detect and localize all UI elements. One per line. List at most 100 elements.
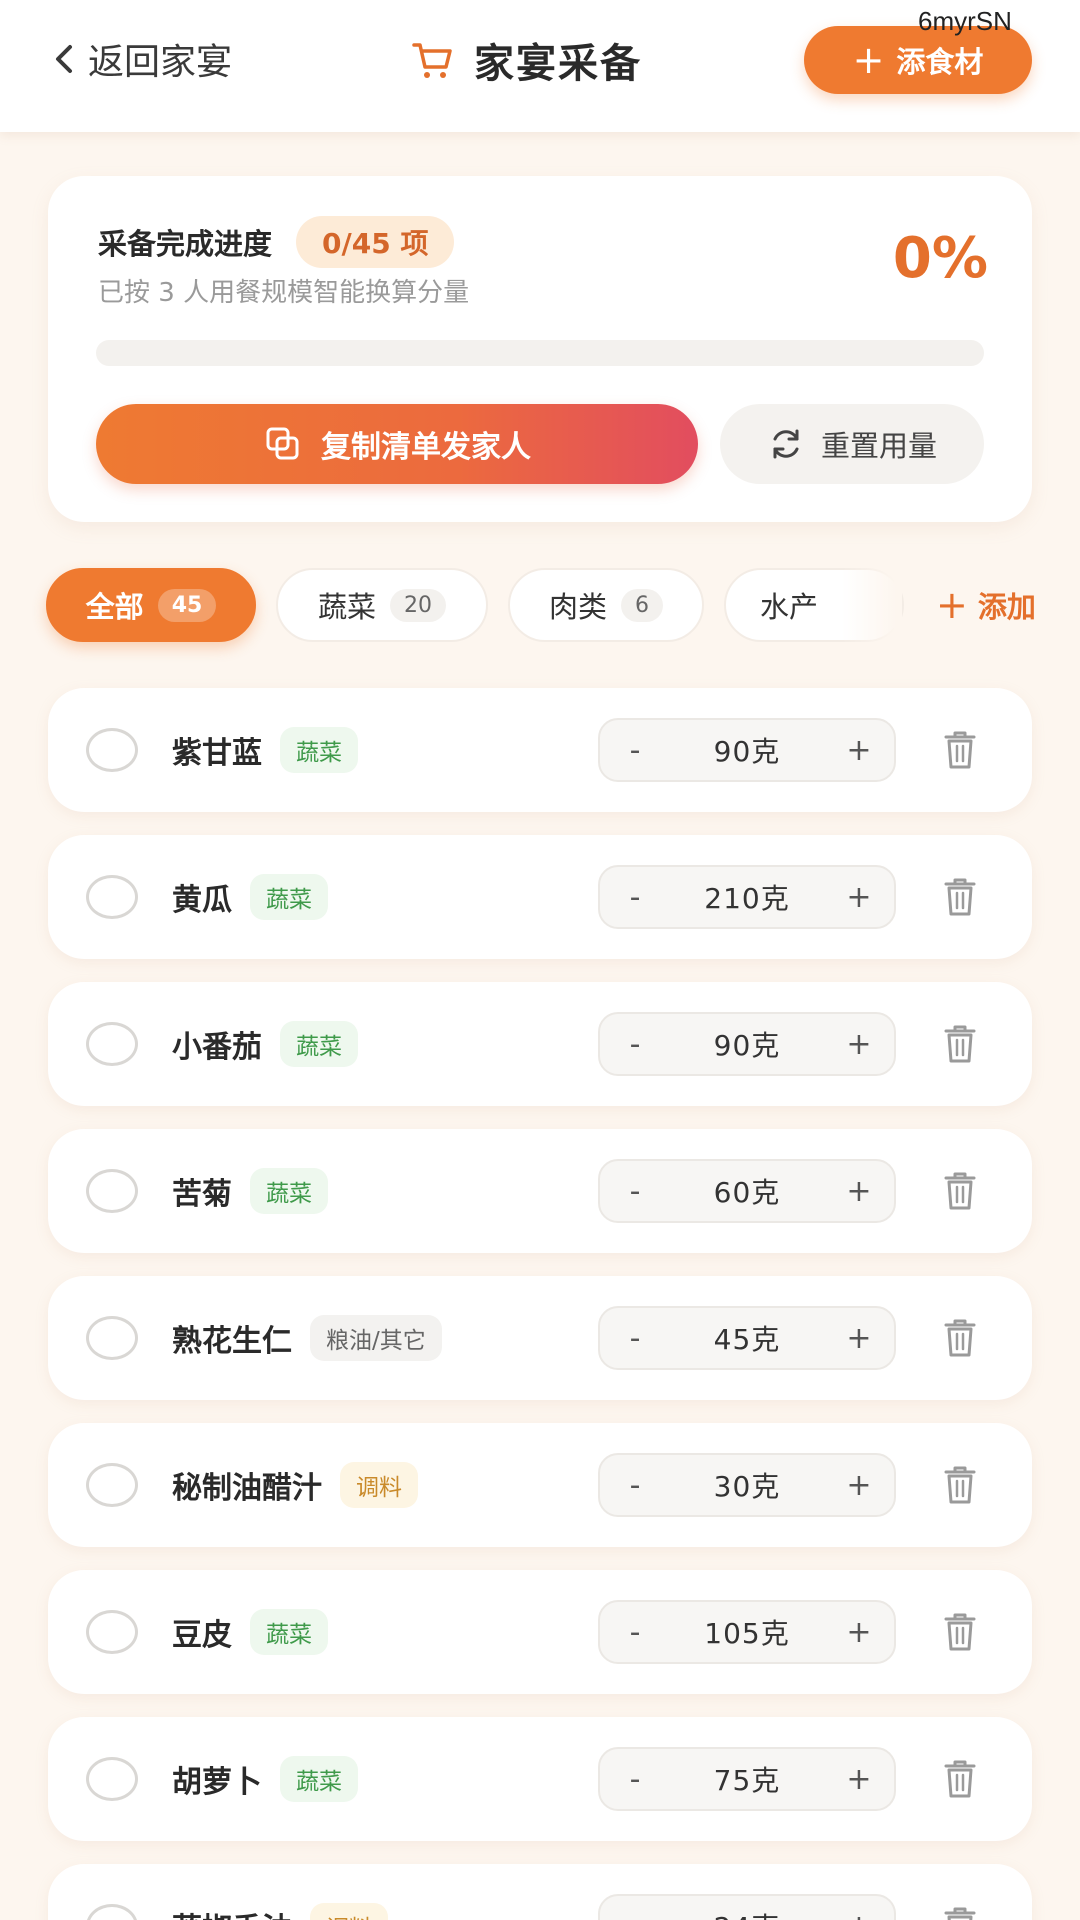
increase-button[interactable]: + (824, 1896, 894, 1920)
increase-button[interactable]: + (824, 1161, 894, 1221)
tab-count: 6 (621, 588, 663, 622)
ingredient-row: 熟花生仁 粮油/其它 - 45克 + (48, 1276, 1032, 1400)
trash-icon[interactable] (940, 1463, 980, 1507)
reset-quantity-label: 重置用量 (820, 429, 937, 463)
progress-subtitle: 已按 3 人用餐规模智能换算分量 (98, 278, 470, 308)
checkbox[interactable] (86, 1904, 138, 1920)
tab-count: 45 (157, 588, 217, 622)
ingredient-name-group: 苦菊 蔬菜 (172, 1129, 328, 1253)
ingredient-row: 小番茄 蔬菜 - 90克 + (48, 982, 1032, 1106)
checkbox[interactable] (86, 1022, 138, 1066)
decrease-button[interactable]: - (600, 720, 670, 780)
copy-list-label: 复制清单发家人 (321, 430, 531, 465)
ingredient-name-group: 紫甘蓝 蔬菜 (172, 688, 358, 812)
ingredient-name: 苦菊 (172, 1177, 232, 1212)
category-tag: 蔬菜 (250, 874, 328, 920)
trash-icon[interactable] (940, 1610, 980, 1654)
increase-button[interactable]: + (824, 1602, 894, 1662)
increase-button[interactable]: + (824, 1308, 894, 1368)
ingredient-name-group: 秘制油醋汁 调料 (172, 1423, 418, 1547)
category-tag: 调料 (310, 1903, 388, 1920)
ingredient-name-group: 豆皮 蔬菜 (172, 1570, 328, 1694)
tab-all[interactable]: 全部 45 (46, 568, 256, 642)
category-tag: 蔬菜 (280, 727, 358, 773)
ingredient-row: 苦菊 蔬菜 - 60克 + (48, 1129, 1032, 1253)
add-category-button[interactable]: + 添加 (936, 568, 1036, 642)
page-title: 家宴采备 (474, 41, 642, 87)
ingredient-row: 紫甘蓝 蔬菜 - 90克 + (48, 688, 1032, 812)
refresh-icon (773, 429, 799, 459)
ingredient-row: 胡萝卜 蔬菜 - 75克 + (48, 1717, 1032, 1841)
category-tag: 粮油/其它 (310, 1315, 442, 1361)
quantity-stepper: - 24克 + (598, 1894, 896, 1920)
cart-icon (412, 43, 452, 78)
increase-button[interactable]: + (824, 867, 894, 927)
decrease-button[interactable]: - (600, 1014, 670, 1074)
tab-label: 肉类 (548, 590, 607, 624)
checkbox[interactable] (86, 1316, 138, 1360)
quantity-stepper: - 45克 + (598, 1306, 896, 1370)
quantity-value: 90克 (713, 1029, 781, 1062)
copy-icon (266, 427, 299, 460)
ingredient-name-group: 黄瓜 蔬菜 (172, 835, 328, 959)
quantity-stepper: - 90克 + (598, 718, 896, 782)
trash-icon[interactable] (940, 728, 980, 772)
ingredient-name-group: 熟花生仁 粮油/其它 (172, 1276, 442, 1400)
trash-icon[interactable] (940, 1757, 980, 1801)
ingredient-name-group: 藤椒香油 调料 (172, 1864, 388, 1920)
decrease-button[interactable]: - (600, 1161, 670, 1221)
trash-icon[interactable] (940, 1904, 980, 1920)
page-title-group: 家宴采备 (410, 30, 642, 90)
progress-card: 采备完成进度 0/45 项 已按 3 人用餐规模智能换算分量 0% 复制清单发家… (48, 176, 1032, 522)
increase-button[interactable]: + (824, 720, 894, 780)
ingredient-row: 豆皮 蔬菜 - 105克 + (48, 1570, 1032, 1694)
decrease-button[interactable]: - (600, 1749, 670, 1809)
category-tabs: 全部 45 蔬菜 20 肉类 6 水产 + 添加 (46, 568, 1046, 642)
checkbox[interactable] (86, 1610, 138, 1654)
ingredient-name: 黄瓜 (172, 883, 232, 918)
checkbox[interactable] (86, 1757, 138, 1801)
tab-label: 水产 (760, 590, 819, 624)
decrease-button[interactable]: - (600, 1896, 670, 1920)
decrease-button[interactable]: - (600, 1602, 670, 1662)
ingredient-name: 豆皮 (172, 1618, 232, 1653)
top-bar: 返回家宴 家宴采备 + 添食材 6myrSN (0, 0, 1080, 132)
trash-icon[interactable] (940, 875, 980, 919)
decrease-button[interactable]: - (600, 1455, 670, 1515)
trash-icon[interactable] (940, 1316, 980, 1360)
plus-icon: + (852, 38, 885, 82)
ingredient-name: 藤椒香油 (172, 1904, 292, 1920)
quantity-value: 45克 (713, 1323, 781, 1356)
quantity-value: 60克 (713, 1176, 781, 1209)
add-ingredient-label: 添食材 (896, 45, 984, 79)
checkbox[interactable] (86, 728, 138, 772)
quantity-stepper: - 30克 + (598, 1453, 896, 1517)
ingredient-name: 紫甘蓝 (172, 736, 262, 771)
ingredient-row: 藤椒香油 调料 - 24克 + (48, 1864, 1032, 1920)
decrease-button[interactable]: - (600, 1308, 670, 1368)
checkbox[interactable] (86, 875, 138, 919)
decrease-button[interactable]: - (600, 867, 670, 927)
increase-button[interactable]: + (824, 1455, 894, 1515)
progress-percent: 0% (892, 226, 988, 291)
increase-button[interactable]: + (824, 1014, 894, 1074)
ingredient-name-group: 胡萝卜 蔬菜 (172, 1717, 358, 1841)
copy-list-button[interactable]: 复制清单发家人 (96, 404, 698, 484)
tab-count: 20 (390, 588, 446, 622)
trash-icon[interactable] (940, 1022, 980, 1066)
checkbox[interactable] (86, 1463, 138, 1507)
trash-icon[interactable] (940, 1169, 980, 1213)
tab-meat[interactable]: 肉类 6 (508, 568, 704, 642)
quantity-stepper: - 105克 + (598, 1600, 896, 1664)
increase-button[interactable]: + (824, 1749, 894, 1809)
tab-vegetables[interactable]: 蔬菜 20 (276, 568, 488, 642)
ingredient-row: 秘制油醋汁 调料 - 30克 + (48, 1423, 1032, 1547)
tabs-fade-overlay (842, 568, 902, 642)
quantity-stepper: - 210克 + (598, 865, 896, 929)
back-button[interactable]: 返回家宴 (50, 34, 232, 84)
checkbox[interactable] (86, 1169, 138, 1213)
reset-quantity-button[interactable]: 重置用量 (720, 404, 984, 484)
ingredient-name: 秘制油醋汁 (172, 1471, 322, 1506)
quantity-stepper: - 60克 + (598, 1159, 896, 1223)
category-tag: 蔬菜 (250, 1168, 328, 1214)
